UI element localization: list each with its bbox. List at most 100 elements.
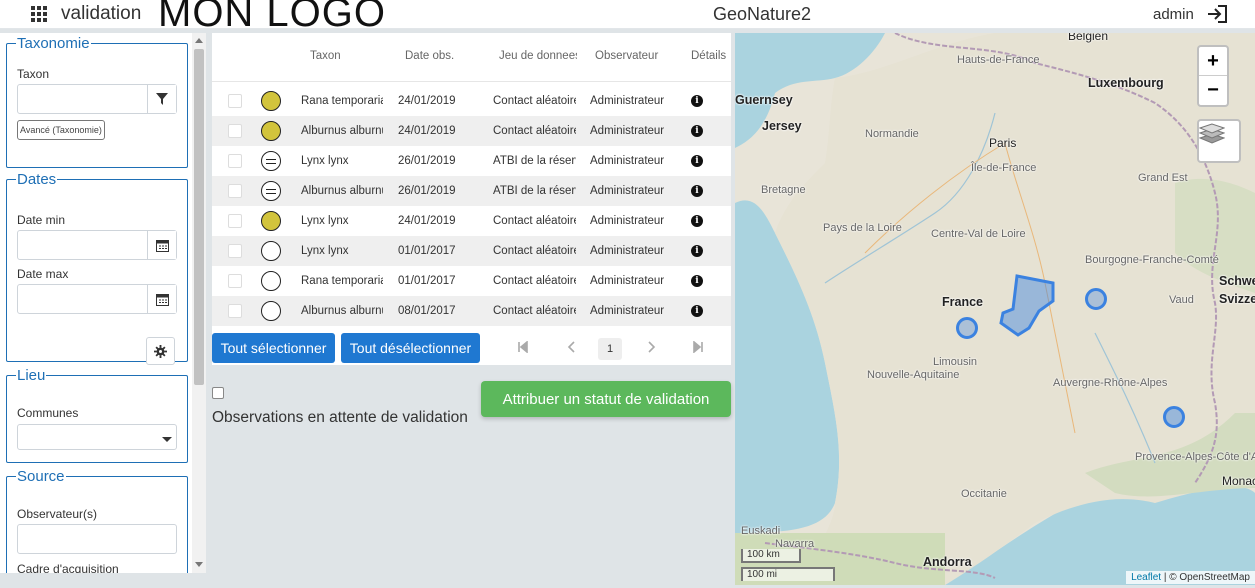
select-all-button[interactable]: Tout sélectionner xyxy=(212,333,335,363)
row-checkbox[interactable] xyxy=(228,124,242,138)
row-checkbox[interactable] xyxy=(228,94,242,108)
date-min-calendar-button[interactable] xyxy=(147,231,176,259)
observation-marker[interactable] xyxy=(1163,406,1185,428)
sidebar-scrollbar[interactable] xyxy=(192,33,206,573)
table-row[interactable]: Alburnus alburnus 26/01/2019 ATBI de la ré… xyxy=(212,176,731,206)
row-checkbox[interactable] xyxy=(228,274,242,288)
taxon-cell: Alburnus alburnus xyxy=(301,305,383,317)
date-settings-button[interactable] xyxy=(146,337,175,365)
dataset-cell: Contact aléatoire xyxy=(493,305,576,317)
layers-icon xyxy=(1199,123,1225,144)
observateurs-label: Observateur(s) xyxy=(17,507,98,521)
info-icon[interactable]: i xyxy=(691,185,703,197)
taxon-cell: Alburnus alburnus xyxy=(301,125,383,137)
row-checkbox[interactable] xyxy=(228,304,242,318)
table-row[interactable]: Alburnus alburnus 08/01/2017 Contact aléat… xyxy=(212,296,731,326)
scale-km: 100 km xyxy=(741,549,801,563)
current-page[interactable]: 1 xyxy=(598,338,622,360)
column-header-date[interactable]: Date obs. xyxy=(405,50,475,62)
advanced-taxonomy-button[interactable]: Avancé (Taxonomie) xyxy=(17,120,105,140)
map-label-limousin: Limousin xyxy=(933,356,978,368)
date-max-calendar-button[interactable] xyxy=(147,285,176,313)
zoom-out-button[interactable]: − xyxy=(1199,76,1227,105)
attribute-status-button[interactable]: Attribuer un statut de validation xyxy=(481,381,731,417)
communes-select[interactable] xyxy=(17,424,177,450)
info-icon[interactable]: i xyxy=(691,305,703,317)
lieu-legend: Lieu xyxy=(17,367,46,384)
info-icon[interactable]: i xyxy=(691,275,703,287)
row-checkbox[interactable] xyxy=(228,184,242,198)
info-icon[interactable]: i xyxy=(691,95,703,107)
map[interactable]: Belgien Luxembourg Guernsey Jersey Hauts… xyxy=(735,33,1255,585)
row-checkbox[interactable] xyxy=(228,214,242,228)
leaflet-link[interactable]: Leaflet xyxy=(1131,572,1161,583)
column-header-taxon[interactable]: Taxon xyxy=(310,50,380,62)
lieu-fieldset: Lieu Communes xyxy=(6,367,188,463)
map-label-occitanie: Occitanie xyxy=(961,488,1007,500)
observation-marker[interactable] xyxy=(1085,288,1107,310)
chevron-down-icon xyxy=(162,437,172,442)
validation-status-icon xyxy=(261,301,281,321)
taxon-cell: Lynx lynx xyxy=(301,245,349,257)
top-bar: validation MON LOGO GeoNature2 admin xyxy=(0,0,1255,35)
map-label-paris: Paris xyxy=(989,136,1017,150)
map-label-grand-est: Grand Est xyxy=(1138,172,1188,184)
layers-button[interactable] xyxy=(1197,119,1241,163)
map-label-ile-de-france: Île-de-France xyxy=(971,162,1037,174)
calendar-icon xyxy=(155,293,169,306)
dataset-cell: Contact aléatoire xyxy=(493,245,576,257)
observateurs-input[interactable] xyxy=(18,525,176,553)
osm-attribution: | © OpenStreetMap xyxy=(1163,572,1250,583)
info-icon[interactable]: i xyxy=(691,245,703,257)
info-icon[interactable]: i xyxy=(691,215,703,227)
validation-status-icon xyxy=(261,91,281,111)
map-label-bretagne: Bretagne xyxy=(761,184,806,196)
column-header-observateur[interactable]: Observateur xyxy=(595,50,675,62)
table-header: Taxon Date obs. Jeu de donnees Observate… xyxy=(212,33,731,82)
taxonomie-legend: Taxonomie xyxy=(17,35,90,52)
taxon-cell: Rana temporaria xyxy=(301,275,383,287)
apps-grid-icon[interactable] xyxy=(31,6,47,22)
column-header-jdd[interactable]: Jeu de donnees xyxy=(499,50,577,62)
taxon-filter-button[interactable] xyxy=(147,85,176,113)
map-label-france: France xyxy=(942,295,983,309)
deselect-all-button[interactable]: Tout désélectionner xyxy=(341,333,480,363)
scroll-up-icon[interactable] xyxy=(195,38,203,43)
validation-status-icon xyxy=(261,271,281,291)
info-icon[interactable]: i xyxy=(691,155,703,167)
dates-legend: Dates xyxy=(17,171,57,188)
last-page-icon[interactable] xyxy=(692,341,704,353)
table-row[interactable]: Lynx lynx 24/01/2019 Contact aléatoire Admi… xyxy=(212,206,731,236)
map-label-pays-de-la-loire: Pays de la Loire xyxy=(823,222,902,234)
app-title: GeoNature2 xyxy=(713,4,812,24)
zoom-control: + − xyxy=(1197,45,1229,107)
table-row[interactable]: Alburnus alburnus 24/01/2019 Contact aléat… xyxy=(212,116,731,146)
observation-marker[interactable] xyxy=(956,317,978,339)
observer-cell: Administrateur xyxy=(590,125,665,137)
first-page-icon[interactable] xyxy=(517,341,529,353)
next-page-icon[interactable] xyxy=(647,341,657,353)
map-label-centre-val-de-loire: Centre-Val de Loire xyxy=(931,228,1026,240)
validation-status-icon xyxy=(261,241,281,261)
scrollbar-thumb[interactable] xyxy=(194,49,204,385)
observateurs-field xyxy=(17,524,177,554)
table-row[interactable]: Lynx lynx 01/01/2017 Contact aléatoire Admi… xyxy=(212,236,731,266)
row-checkbox[interactable] xyxy=(228,244,242,258)
previous-page-icon[interactable] xyxy=(566,341,576,353)
map-label-vaud: Vaud xyxy=(1169,294,1194,306)
scroll-down-icon[interactable] xyxy=(195,562,203,567)
waiting-validation-label: Observations en attente de validation xyxy=(212,409,468,426)
table-row[interactable]: Rana temporaria 01/01/2017 Contact aléatoi… xyxy=(212,266,731,296)
logout-icon[interactable] xyxy=(1206,4,1228,24)
map-attribution: Leaflet | © OpenStreetMap xyxy=(1126,571,1255,584)
zoom-in-button[interactable]: + xyxy=(1199,47,1227,76)
info-icon[interactable]: i xyxy=(691,125,703,137)
table-row[interactable]: Lynx lynx 26/01/2019 ATBI de la réserve Adm… xyxy=(212,146,731,176)
taxon-field xyxy=(17,84,177,114)
waiting-validation-checkbox[interactable] xyxy=(212,387,224,399)
table-row[interactable]: Rana temporaria 24/01/2019 Contact aléatoi… xyxy=(212,86,731,116)
map-label-luxembourg: Luxembourg xyxy=(1088,76,1164,90)
row-checkbox[interactable] xyxy=(228,154,242,168)
scale-mi: 100 mi xyxy=(741,567,835,581)
observer-cell: Administrateur xyxy=(590,305,665,317)
